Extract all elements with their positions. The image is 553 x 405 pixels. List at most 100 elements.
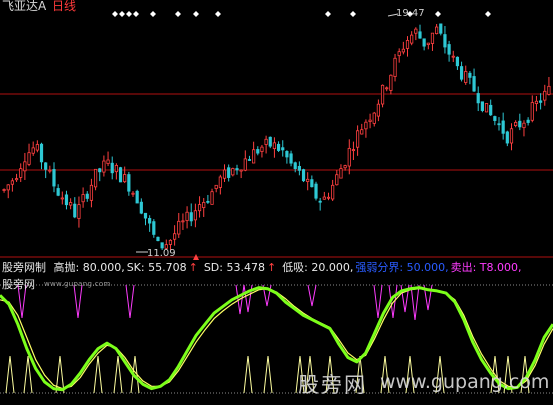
candle-body [185,211,189,221]
signal-diamond [175,11,181,17]
candle-body [326,196,331,199]
signal-diamond [119,11,125,17]
candle-body [193,210,197,221]
candle-body [77,204,81,219]
candle-body [48,169,52,172]
candle-body [422,38,426,47]
candle-body [401,48,405,53]
stock-name: 飞亚达A [2,0,47,13]
candle-body [106,159,110,164]
candle-body [335,174,339,186]
candle-body [156,236,160,242]
candle-body [306,178,310,182]
candle-body [189,212,193,222]
candle-body [455,56,460,67]
signal-diamond [215,11,221,17]
candle-body [285,151,289,158]
candle-body [152,221,156,235]
candle-body [197,204,202,212]
site-url: www.gupang.com [44,280,111,288]
candle-body [243,158,247,171]
high-price-label: 19.47 [396,8,425,19]
candle-body [252,149,256,164]
candle-body [331,184,335,200]
candle-body [318,200,322,203]
indicator-header: 股旁网制 高抛: 80.000, SK: 55.708 ↑ SD: 53.478 ↑ 低吸… [2,261,528,274]
candle-body [322,196,326,200]
candle-body [376,103,380,117]
candle-body [509,128,514,144]
signal-diamond [350,11,356,17]
chart-canvas [0,11,553,394]
candle-body [135,190,139,204]
candle-body [368,119,372,122]
candle-body [127,174,131,192]
candle-body [293,162,297,169]
buy-signal-spike [263,355,273,394]
candle-body [227,167,231,178]
candle-body [281,147,285,151]
candle-body [14,178,19,181]
buy-signal-spike [5,355,15,394]
signal-diamond [435,11,441,17]
signal-diamond [126,11,132,17]
candle-body [310,179,314,188]
indicator-item-4: ↑ [266,261,277,274]
indicator-items: 高抛: 80.000, SK: 55.708 ↑ SD: 53.478 ↑ 低吸: 20.… [54,261,524,274]
candle-body [102,160,106,173]
candle-body [501,120,505,134]
candle-body [418,31,422,39]
signal-diamond [133,11,139,17]
candle-body [231,168,235,176]
candle-body [493,116,497,121]
candle-body [123,174,127,183]
candle-body [343,165,347,169]
buy-signal-spike [93,355,103,394]
candle-body [364,121,368,130]
candle-body [393,57,397,77]
signal-diamond [112,11,118,17]
candle-body [385,87,389,90]
candle-body [430,32,435,44]
candle-body [64,194,69,206]
watermark-url: www.gupang.com [380,371,550,393]
candle-body [297,165,301,171]
candle-body [143,212,148,219]
candle-body [451,55,455,58]
signal-diamond [325,11,331,17]
buy-signal-spike [23,355,33,394]
candle-body [447,44,451,55]
sell-signal-spike [307,284,317,307]
candle-body [44,162,48,170]
candle-body [81,194,85,203]
period-label: 日线 [52,0,77,13]
candle-body [85,193,89,199]
candle-body [222,169,227,179]
low-price-label: 11.09 [147,248,176,259]
candle-body [372,112,376,124]
candle-body [314,183,318,199]
candle-body [23,161,27,172]
candle-body [56,188,60,196]
candle-body [19,168,23,178]
candle-body [468,72,472,78]
chart-window: 飞亚达A 日线 19.47 11.09 股旁网制 高抛: 80.000, SK: … [0,0,553,405]
candle-body [89,184,94,201]
candle-body [439,23,443,34]
candle-body [239,169,243,172]
candle-body [98,168,102,173]
candle-body [356,130,360,148]
indicator-item-5: 低吸: 20.000, [282,261,354,274]
indicator-name: 股旁网制 [2,261,46,274]
candle-body [131,192,135,195]
candle-body [443,34,447,48]
candle-body [206,200,210,203]
candle-body [69,202,73,206]
candle-body [173,233,177,240]
candle-body [351,149,356,152]
candle-body [118,167,123,183]
candle-body [426,42,430,46]
candle-body [93,168,98,188]
candle-body [39,143,44,163]
indicator-item-7: 卖出: T8.000, [450,261,522,274]
